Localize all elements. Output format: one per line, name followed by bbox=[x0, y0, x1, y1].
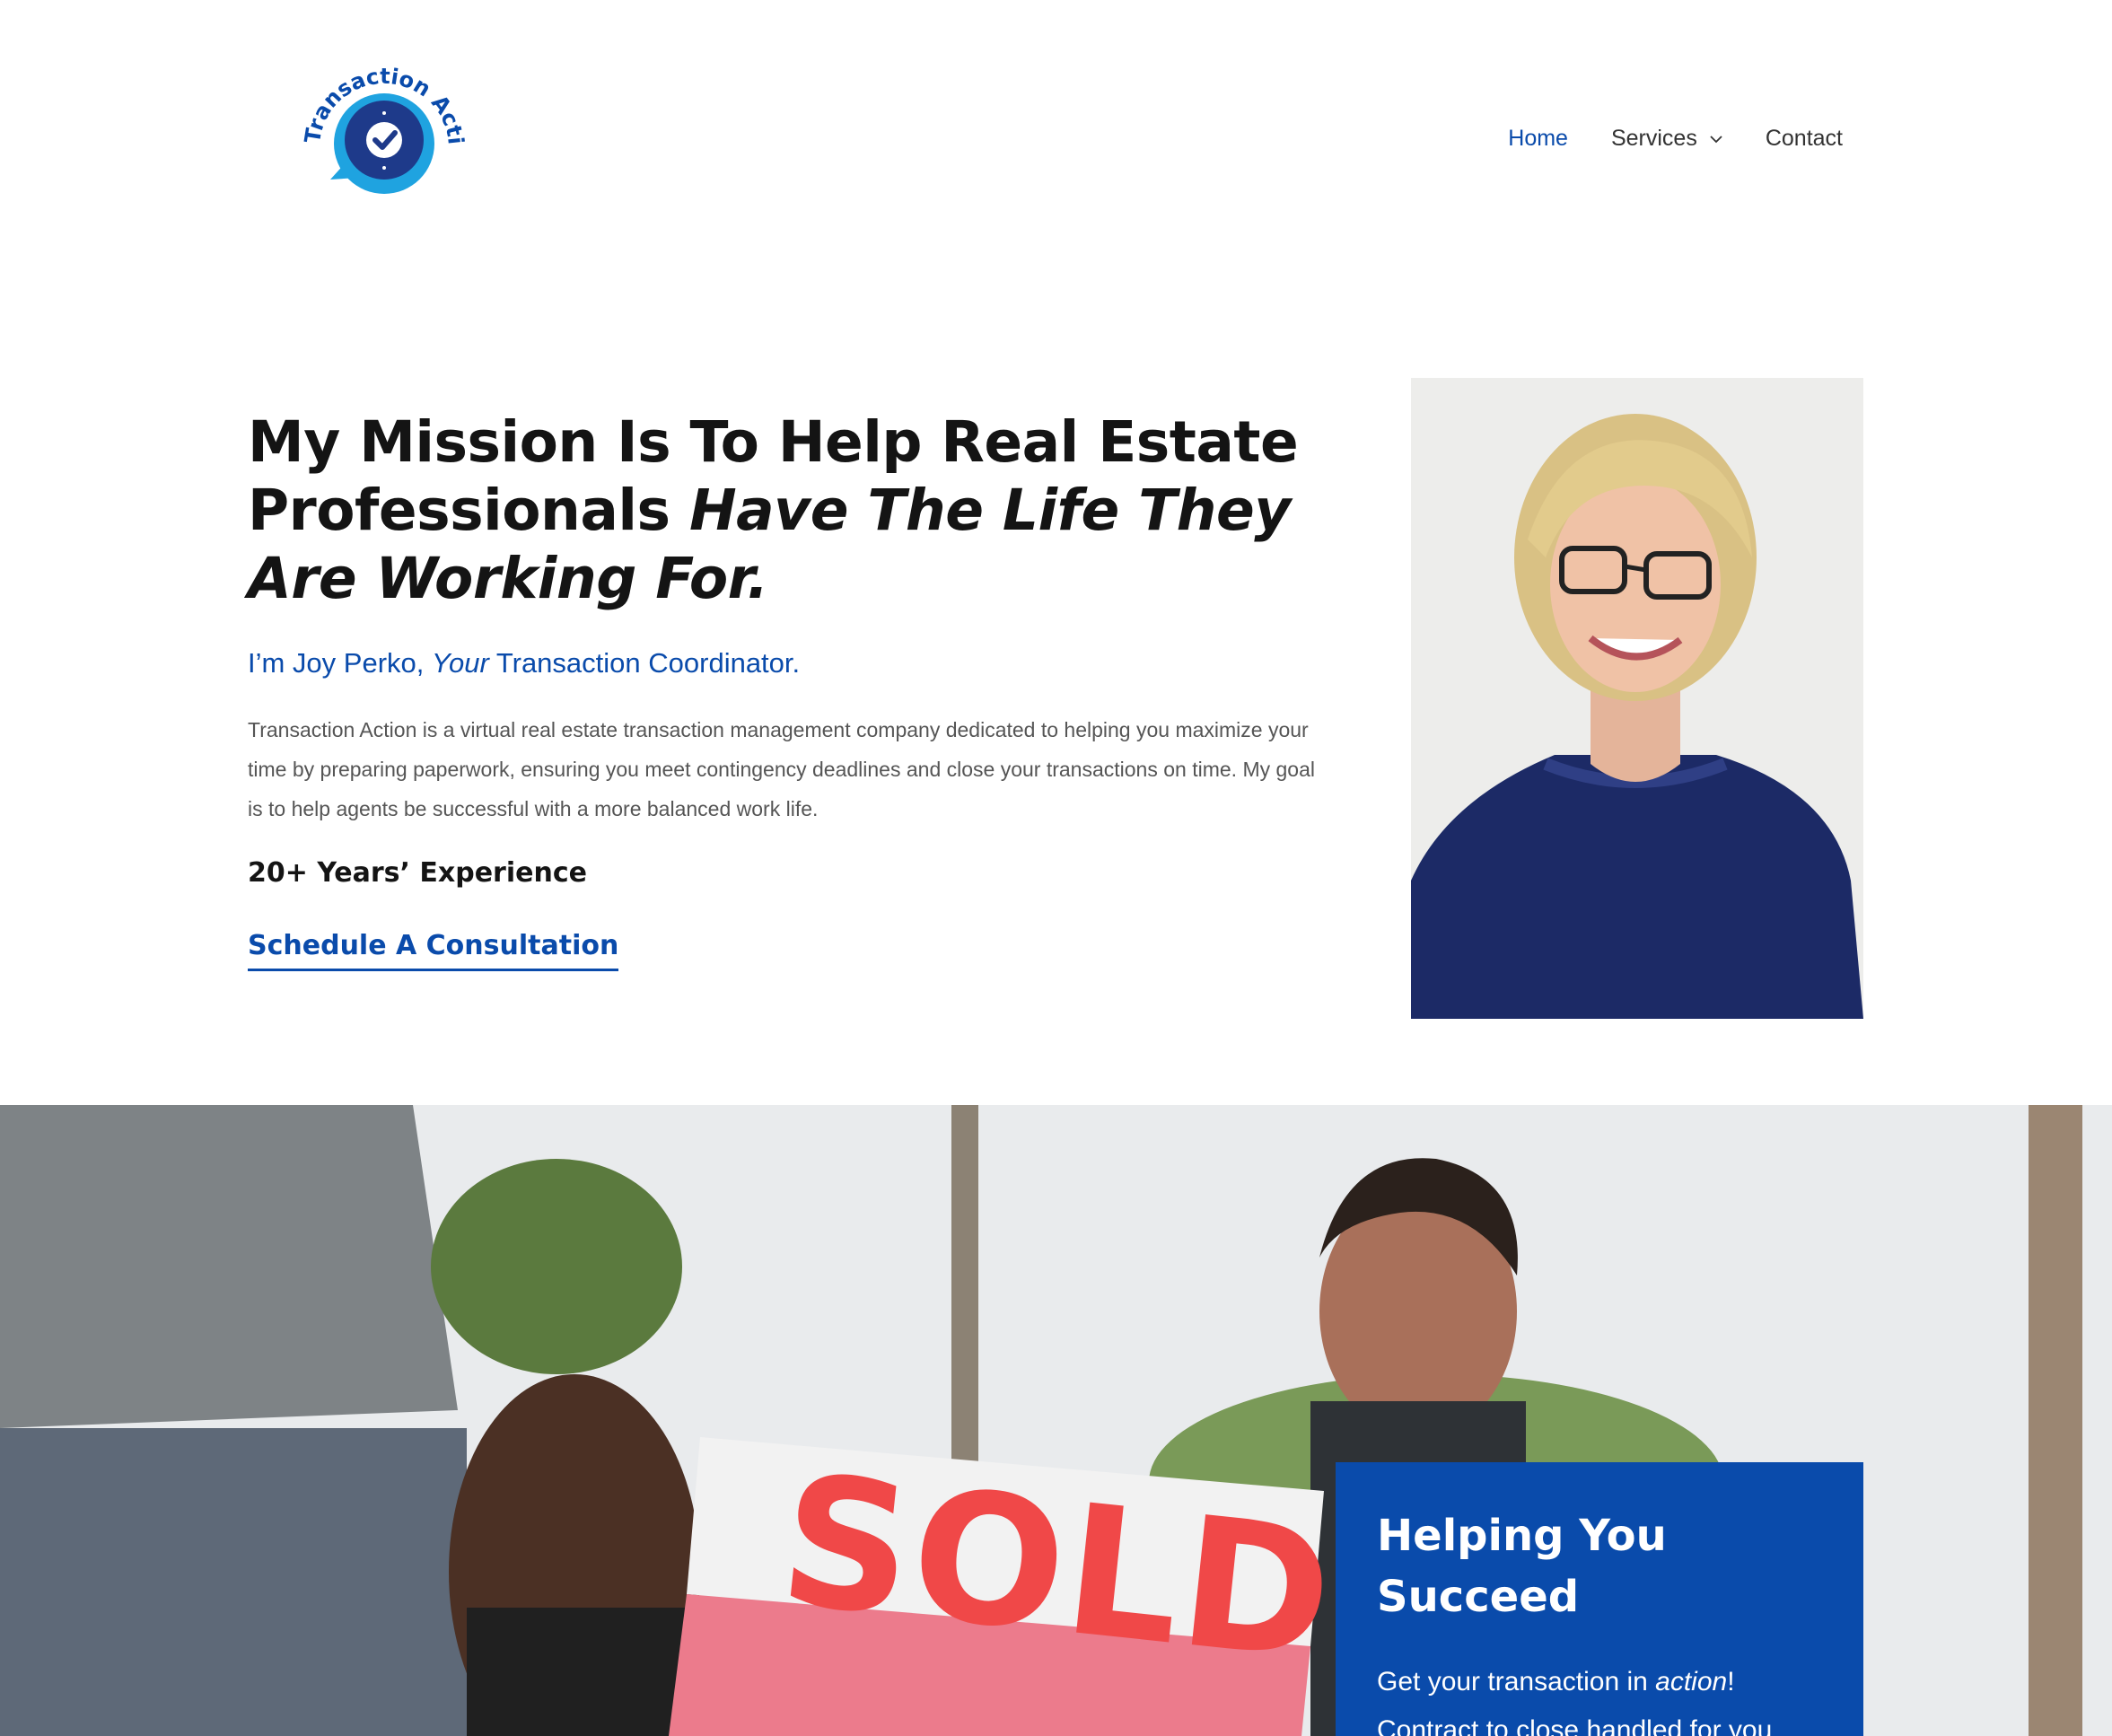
hero-subheading: I’m Joy Perko, Your Transaction Coordina… bbox=[248, 647, 1325, 679]
nav-services[interactable]: Services bbox=[1611, 126, 1722, 152]
chevron-down-icon bbox=[1710, 135, 1722, 143]
nav-home[interactable]: Home bbox=[1508, 126, 1568, 152]
card-title: Helping You Succeed bbox=[1377, 1511, 1667, 1622]
subhead-part2: Transaction Coordinator. bbox=[488, 647, 801, 679]
card-text-line2: Contract to close handled for you bbox=[1377, 1715, 1773, 1736]
experience-label: 20+ Years’ Experience bbox=[248, 857, 587, 889]
card-text-italic: action bbox=[1655, 1667, 1728, 1697]
schedule-consultation-button[interactable]: Schedule A Consultation bbox=[248, 930, 619, 971]
portrait-photo bbox=[1411, 378, 1863, 1019]
card-text-part1: Get your transaction in bbox=[1377, 1667, 1656, 1697]
site-header: Transaction Action Home Services Contact bbox=[0, 0, 2112, 296]
main-nav: Home Services Contact bbox=[1508, 126, 1843, 152]
nav-services-label: Services bbox=[1610, 126, 1697, 151]
helping-you-card: Helping You Succeed Get your transaction… bbox=[1336, 1462, 1863, 1736]
hero-description: Transaction Action is a virtual real est… bbox=[248, 718, 1315, 820]
card-text: Get your transaction in action! Contract… bbox=[1377, 1658, 1822, 1736]
nav-contact-label: Contact bbox=[1765, 126, 1843, 151]
subhead-part1: I’m Joy Perko, bbox=[248, 647, 432, 679]
subhead-italic: Your bbox=[432, 647, 489, 679]
hero-heading: My Mission Is To Help Real Estate Profes… bbox=[248, 408, 1325, 613]
hero-section: My Mission Is To Help Real Estate Profes… bbox=[248, 408, 1325, 971]
site-logo[interactable]: Transaction Action bbox=[294, 54, 474, 206]
transaction-action-logo-icon: Transaction Action bbox=[294, 54, 469, 194]
woman-portrait-image bbox=[1411, 378, 1863, 1019]
card-text-part2: ! bbox=[1727, 1667, 1735, 1697]
nav-home-label: Home bbox=[1508, 126, 1568, 151]
nav-contact[interactable]: Contact bbox=[1766, 126, 1843, 152]
